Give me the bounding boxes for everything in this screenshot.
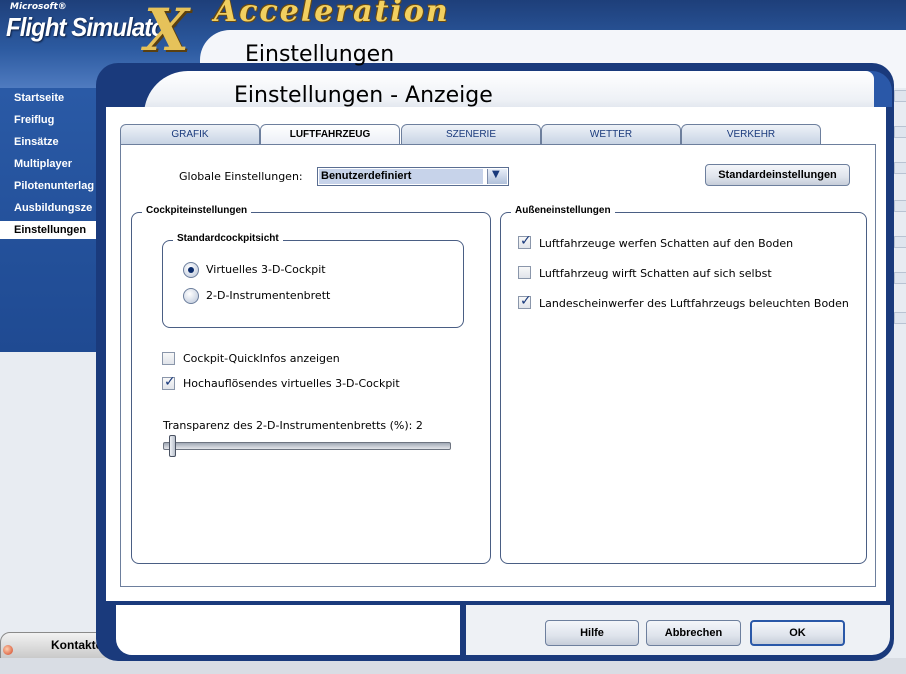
cancel-button[interactable]: Abbrechen bbox=[646, 620, 741, 646]
radio-2d-panel-label: 2-D-Instrumentenbrett bbox=[206, 289, 331, 302]
logo-acceleration: Acceleration bbox=[214, 0, 450, 29]
sidebar: Startseite Freiflug Einsätze Multiplayer… bbox=[0, 88, 96, 352]
radio-virtual-cockpit[interactable] bbox=[183, 262, 199, 278]
checkbox-aircraft-ground-shadows-label: Luftfahrzeuge werfen Schatten auf den Bo… bbox=[539, 237, 794, 250]
default-cockpit-view-title: Standardcockpitsicht bbox=[173, 233, 283, 244]
sidebar-item-multiplayer[interactable]: Multiplayer bbox=[14, 158, 96, 170]
checkbox-aircraft-self-shadow-label: Luftfahrzeug wirft Schatten auf sich sel… bbox=[539, 267, 772, 280]
status-icon bbox=[3, 645, 13, 655]
transparency-slider-track[interactable] bbox=[163, 442, 451, 450]
logo-microsoft: Microsoft® bbox=[10, 2, 67, 12]
checkbox-aircraft-ground-shadows[interactable]: ✓ bbox=[518, 234, 532, 249]
checkbox-landing-lights[interactable]: ✓ bbox=[518, 294, 532, 309]
sidebar-item-ausbildungszentrum[interactable]: Ausbildungsze bbox=[14, 202, 96, 214]
checkbox-landing-lights-label: Landescheinwerfer des Luftfahrzeugs bele… bbox=[539, 297, 849, 310]
tab-szenerie[interactable]: SZENERIE bbox=[401, 124, 541, 144]
tab-wetter[interactable]: WETTER bbox=[541, 124, 681, 144]
radio-2d-panel[interactable] bbox=[183, 288, 199, 304]
tab-panel-luftfahrzeug: Globale Einstellungen: Benutzerdefiniert… bbox=[120, 144, 876, 587]
radio-virtual-cockpit-label: Virtuelles 3-D-Cockpit bbox=[206, 263, 326, 276]
transparency-slider-thumb[interactable] bbox=[169, 435, 176, 457]
dialog-footer: Hilfe Abbrechen OK bbox=[466, 605, 890, 655]
checkbox-hires-virtual-cockpit-label: Hochauflösendes virtuelles 3-D-Cockpit bbox=[183, 377, 400, 390]
sidebar-item-pilotenunterlagen[interactable]: Pilotenunterlag bbox=[14, 180, 96, 192]
checkbox-hires-virtual-cockpit[interactable]: ✓ bbox=[162, 375, 176, 390]
checkbox-aircraft-self-shadow[interactable] bbox=[518, 266, 531, 279]
cockpit-settings-group: Cockpiteinstellungen Standardcockpitsich… bbox=[131, 205, 491, 564]
tab-grafik[interactable]: GRAFIK bbox=[120, 124, 260, 144]
tab-luftfahrzeug[interactable]: LUFTFAHRZEUG bbox=[260, 124, 400, 145]
radio-selected-dot bbox=[188, 267, 194, 273]
tab-verkehr[interactable]: VERKEHR bbox=[681, 124, 821, 144]
contacts-label: Kontakte bbox=[51, 638, 103, 652]
sidebar-item-einsaetze[interactable]: Einsätze bbox=[14, 136, 96, 148]
exterior-settings-title: Außeneinstellungen bbox=[511, 205, 615, 216]
dialog-title: Einstellungen - Anzeige bbox=[234, 83, 493, 108]
cockpit-settings-title: Cockpiteinstellungen bbox=[142, 205, 252, 216]
exterior-settings-group: Außeneinstellungen ✓ Luftfahrzeuge werfe… bbox=[500, 205, 867, 564]
global-settings-label: Globale Einstellungen: bbox=[179, 170, 303, 183]
ok-button[interactable]: OK bbox=[750, 620, 845, 646]
defaults-button[interactable]: Standardeinstellungen bbox=[705, 164, 850, 186]
tab-bar: GRAFIK LUFTFAHRZEUG SZENERIE WETTER VERK… bbox=[120, 124, 822, 145]
checkbox-cockpit-quickinfos-label: Cockpit-QuickInfos anzeigen bbox=[183, 352, 340, 365]
logo-x: X bbox=[144, 0, 190, 64]
chevron-down-icon[interactable]: ▼ bbox=[487, 169, 507, 184]
settings-dialog: Einstellungen - Anzeige GRAFIK LUFTFAHRZ… bbox=[96, 63, 894, 661]
global-settings-dropdown[interactable]: Benutzerdefiniert ▼ bbox=[317, 167, 509, 186]
sidebar-item-startseite[interactable]: Startseite bbox=[14, 92, 96, 104]
checkbox-cockpit-quickinfos[interactable] bbox=[162, 352, 175, 365]
page-title: Einstellungen bbox=[245, 42, 395, 67]
help-button[interactable]: Hilfe bbox=[545, 620, 639, 646]
default-cockpit-view-group: Standardcockpitsicht Virtuelles 3-D-Cock… bbox=[162, 233, 464, 328]
sidebar-item-freiflug[interactable]: Freiflug bbox=[14, 114, 96, 126]
transparency-label: Transparenz des 2-D-Instrumentenbretts (… bbox=[163, 419, 423, 432]
global-settings-value: Benutzerdefiniert bbox=[319, 169, 483, 184]
sidebar-item-einstellungen[interactable]: Einstellungen bbox=[0, 221, 96, 239]
